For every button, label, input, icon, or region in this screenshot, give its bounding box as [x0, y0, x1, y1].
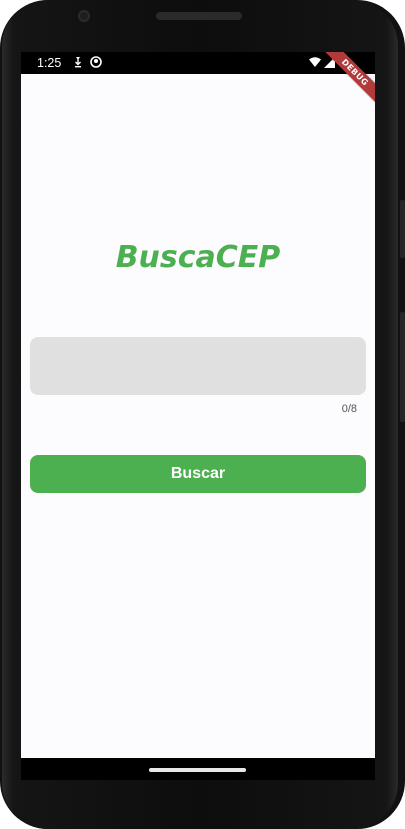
- download-notification-icon: [72, 56, 84, 68]
- front-camera: [78, 10, 90, 22]
- earpiece-speaker: [156, 12, 242, 20]
- cell-signal-icon: [323, 56, 335, 68]
- power-button: [400, 312, 405, 422]
- volume-button: [400, 200, 405, 258]
- search-button[interactable]: Buscar: [30, 455, 366, 493]
- phone-device: 1:25 DEBUG BuscaCEP 0/8 Buscar: [0, 0, 405, 829]
- cep-input[interactable]: [30, 337, 366, 395]
- app-title: BuscaCEP: [115, 240, 281, 275]
- app-screen: 1:25 DEBUG BuscaCEP 0/8 Buscar: [21, 52, 375, 758]
- home-gesture-handle[interactable]: [149, 768, 246, 772]
- app-notification-icon: [90, 56, 102, 68]
- wifi-icon: [309, 56, 321, 68]
- battery-icon: [339, 56, 351, 68]
- navigation-bar: [21, 758, 375, 780]
- status-time: 1:25: [37, 56, 62, 70]
- character-counter: 0/8: [341, 403, 357, 415]
- status-bar: 1:25: [21, 52, 375, 74]
